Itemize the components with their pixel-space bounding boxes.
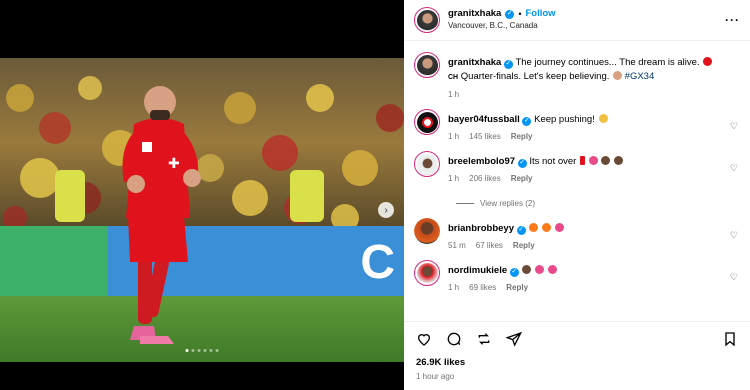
likes-count[interactable]: 26.9K likes (416, 357, 738, 368)
carousel-dot (197, 349, 201, 352)
comment-avatar[interactable] (414, 218, 440, 244)
comment-likes[interactable]: 206 likes (469, 174, 501, 183)
pink-heart-emoji (554, 223, 564, 232)
author-username[interactable]: granitxhaka (448, 8, 501, 20)
heart-icon[interactable] (416, 331, 432, 347)
comment-time: 51 m (448, 241, 466, 250)
reply-button[interactable]: Reply (511, 174, 533, 183)
caption-time: 1 h (448, 90, 460, 99)
pink-heart-emoji (535, 265, 545, 274)
comment-likes[interactable]: 145 likes (469, 132, 501, 141)
author-avatar[interactable] (414, 7, 440, 33)
comment-item: brianbrobbeyy ✓ 51 m 67 likes Reply ♡ (414, 208, 740, 250)
comment-username[interactable]: brianbrobbeyy (448, 223, 514, 234)
comment-likes[interactable]: 67 likes (476, 241, 503, 250)
verified-icon: ✓ (503, 59, 513, 69)
view-replies-label: View replies (2) (480, 199, 535, 208)
comment-text: Its not over (529, 156, 577, 167)
carousel-indicator (185, 349, 219, 352)
fire-emoji (541, 223, 551, 232)
reply-button[interactable]: Reply (513, 241, 535, 250)
comment-avatar[interactable] (414, 109, 440, 135)
follow-separator: • (518, 9, 522, 19)
follow-button[interactable]: Follow (525, 8, 555, 20)
comment-time: 1 h (448, 132, 460, 141)
player-celebration-image: C ✚ (0, 58, 404, 362)
carousel-dot (191, 349, 195, 352)
fire-emoji (529, 223, 539, 232)
comment-username[interactable]: bayer04fussball (448, 114, 520, 125)
svg-text:✚: ✚ (168, 155, 180, 171)
exclamation-emoji (579, 156, 585, 165)
comment-like-heart-icon[interactable]: ♡ (730, 121, 738, 132)
verified-icon: ✓ (516, 225, 526, 235)
pink-heart-emoji (588, 156, 598, 165)
comments-list: granitxhaka ✓ The journey continues... T… (404, 42, 750, 317)
comment-like-heart-icon[interactable]: ♡ (730, 163, 738, 174)
comment-text: Keep pushing! (534, 114, 595, 125)
red-heart-emoji (703, 57, 713, 66)
comment-item: nordimukiele ✓ 1 h 69 likes Reply ♡ (414, 250, 740, 292)
reply-button[interactable]: Reply (511, 132, 533, 141)
reply-button[interactable]: Reply (506, 283, 528, 292)
post-time: 1 hour ago (416, 372, 455, 381)
caption-text: granitxhaka ✓ The journey continues... T… (448, 56, 740, 85)
more-options-icon[interactable]: ··· (725, 13, 740, 27)
view-replies-button[interactable]: View replies (2) (456, 199, 740, 208)
praying-hands-emoji (613, 156, 623, 165)
chevron-right-icon: › (384, 204, 388, 216)
caption-body-2: Quarter-finals. Let's keep believing. (460, 71, 610, 82)
comment-like-heart-icon[interactable]: ♡ (730, 230, 738, 241)
verified-icon: ✓ (517, 158, 527, 168)
clapping-emoji (598, 114, 608, 123)
comment-username[interactable]: nordimukiele (448, 265, 507, 276)
comment-avatar[interactable] (414, 260, 440, 286)
comment-avatar[interactable] (414, 151, 440, 177)
caption-body: The journey continues... The dream is al… (515, 57, 700, 68)
caption: granitxhaka ✓ The journey continues... T… (414, 42, 740, 99)
bookmark-icon[interactable] (722, 331, 738, 347)
carousel-dot (215, 349, 219, 352)
verified-icon: ✓ (522, 116, 532, 126)
comment-username[interactable]: breelembolo97 (448, 156, 515, 167)
comment-time: 1 h (448, 283, 460, 292)
carousel-dot (203, 349, 207, 352)
post-side-panel: granitxhaka ✓ • Follow Vancouver, B.C., … (404, 0, 750, 390)
comment-item: bayer04fussball ✓ Keep pushing! 1 h 145 … (414, 99, 740, 141)
comment-item: breelembolo97 ✓ Its not over 1 h 206 lik… (414, 141, 740, 183)
verified-icon: ✓ (505, 9, 515, 19)
hand-emoji (522, 265, 532, 274)
caption-avatar[interactable] (414, 52, 440, 78)
next-photo-button[interactable]: › (378, 202, 394, 218)
comment-likes[interactable]: 69 likes (469, 283, 496, 292)
post-actions: 26.9K likes 1 hour ago (404, 321, 750, 381)
praying-hands-emoji (613, 71, 623, 80)
comment-like-heart-icon[interactable]: ♡ (730, 272, 738, 283)
carousel-dot (209, 349, 213, 352)
svg-text:C: C (360, 236, 395, 289)
post-location[interactable]: Vancouver, B.C., Canada (448, 20, 725, 32)
hand-emoji (601, 156, 611, 165)
caption-username[interactable]: granitxhaka (448, 57, 501, 68)
comment-time: 1 h (448, 174, 460, 183)
verified-icon: ✓ (509, 267, 519, 277)
repost-icon[interactable] (476, 331, 492, 347)
instagram-post: C ✚ › granitxhaka ✓ • Follow Vancouver, … (0, 0, 750, 390)
view-replies-divider (456, 203, 474, 204)
comment-icon[interactable] (446, 331, 462, 347)
share-icon[interactable] (506, 331, 522, 347)
post-photo[interactable]: C ✚ (0, 58, 404, 362)
carousel-dot (185, 349, 189, 352)
post-header: granitxhaka ✓ • Follow Vancouver, B.C., … (404, 0, 750, 41)
pink-heart-emoji (547, 265, 557, 274)
media-viewer: C ✚ › (0, 0, 404, 390)
flag-emoji-text: CH (448, 74, 459, 81)
hashtag-link[interactable]: #GX34 (625, 71, 655, 82)
